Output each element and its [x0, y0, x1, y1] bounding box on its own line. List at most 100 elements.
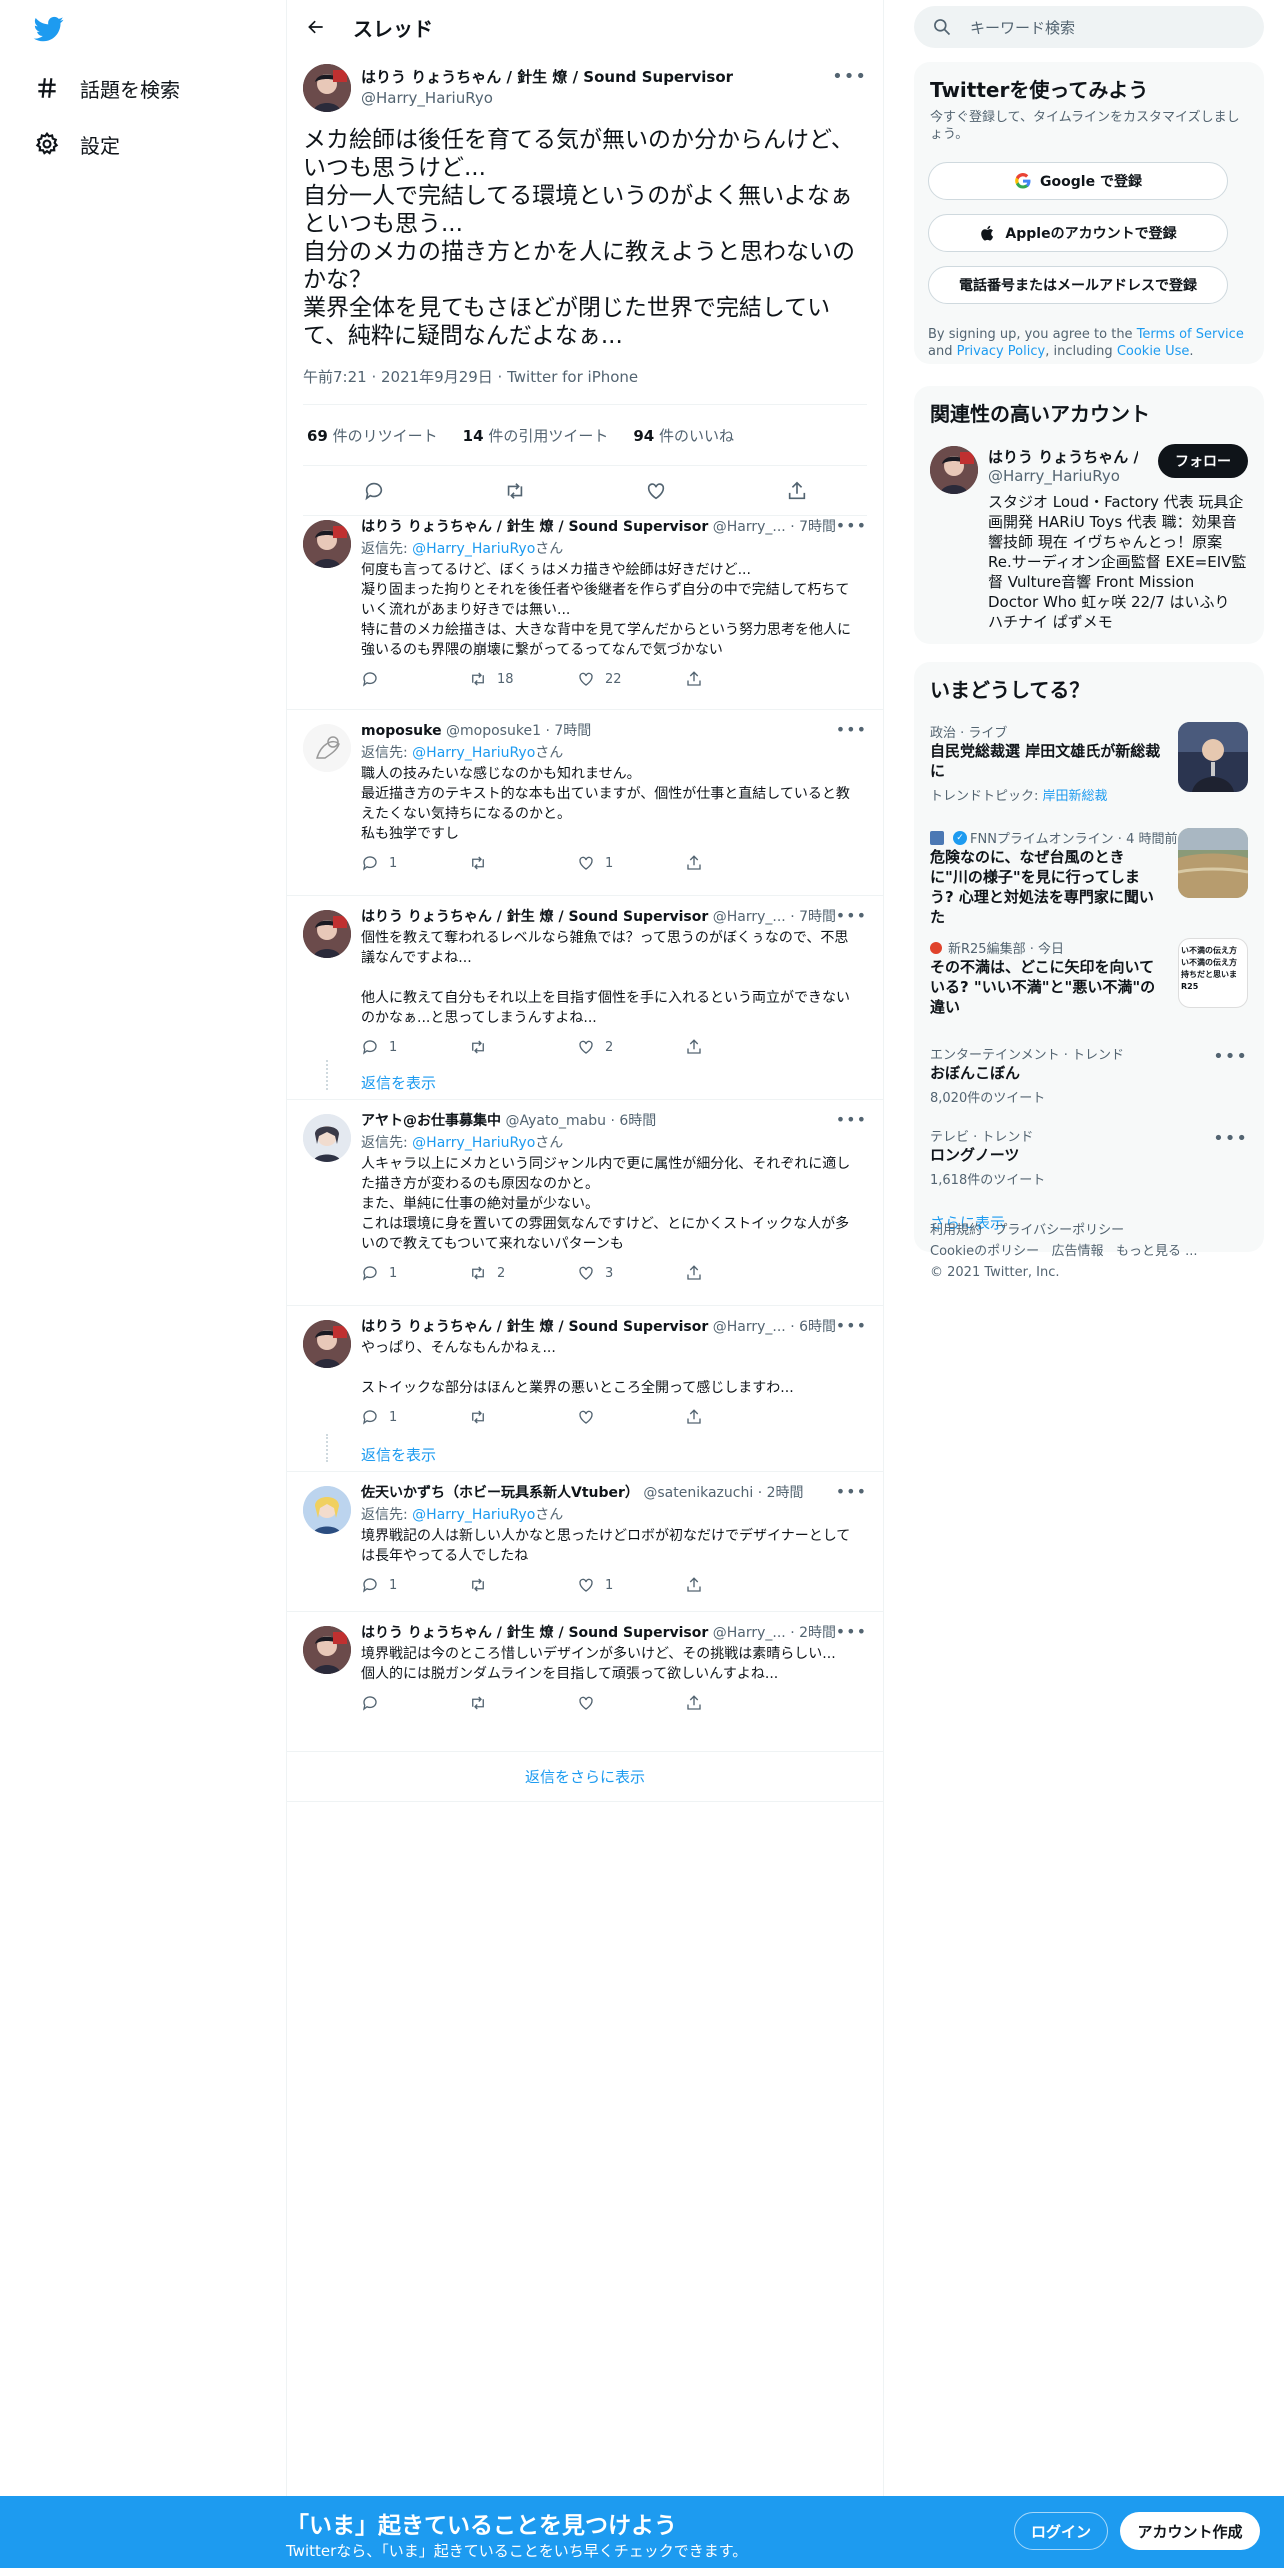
retweet-button[interactable] — [469, 854, 577, 872]
reply-tweet[interactable]: はりう りょうちゃん / 針生 燎 / Sound Supervisor @Ha… — [287, 506, 883, 710]
apple-signup-button[interactable]: Appleのアカウントで登録 — [928, 214, 1228, 252]
reply-author[interactable]: はりう りょうちゃん / 針生 燎 / Sound Supervisor @Ha… — [361, 1622, 851, 1642]
trend-item[interactable]: テレビ · トレンド ロングノーツ 1,618件のツイート — [930, 1126, 1248, 1188]
mention-link[interactable]: @Harry_HariuRyo — [412, 1507, 535, 1523]
mention-link[interactable]: @Harry_HariuRyo — [412, 745, 535, 761]
reply-button[interactable]: 1 — [361, 1408, 469, 1426]
main-tweet-handle[interactable]: @Harry_HariuRyo — [361, 89, 801, 107]
retweet-button[interactable] — [469, 1038, 577, 1056]
share-icon[interactable] — [786, 480, 808, 502]
twitter-logo-icon[interactable] — [32, 14, 66, 44]
more-options-icon[interactable]: ••• — [832, 66, 867, 87]
reply-author[interactable]: はりう りょうちゃん / 針生 燎 / Sound Supervisor @Ha… — [361, 906, 851, 926]
back-button[interactable] — [299, 10, 333, 44]
retweets-stat[interactable]: 69 件のリツイート — [303, 425, 438, 446]
show-replies-link[interactable]: 返信を表示 — [361, 1072, 436, 1093]
retweet-icon[interactable] — [504, 480, 526, 502]
phone-email-signup-button[interactable]: 電話番号またはメールアドレスで登録 — [928, 266, 1228, 304]
like-icon[interactable] — [645, 480, 667, 502]
avatar[interactable] — [930, 446, 978, 494]
show-replies-link[interactable]: 返信を表示 — [361, 1444, 436, 1465]
reply-author[interactable]: はりう りょうちゃん / 針生 燎 / Sound Supervisor @Ha… — [361, 516, 851, 536]
reply-author[interactable]: はりう りょうちゃん / 針生 燎 / Sound Supervisor @Ha… — [361, 1316, 851, 1336]
quotes-stat[interactable]: 14 件の引用ツイート — [458, 425, 609, 446]
share-button[interactable] — [685, 670, 793, 688]
reply-button[interactable] — [361, 670, 469, 688]
tweet-timestamp[interactable]: 午前7:21 · 2021年9月29日 · Twitter for iPhone — [303, 366, 638, 387]
reply-tweet[interactable]: アヤト@お仕事募集中 @Ayato_mabu · 6時間 返信先: @Harry… — [287, 1100, 883, 1306]
more-options-icon[interactable]: ••• — [836, 1482, 867, 1501]
reply-tweet[interactable]: はりう りょうちゃん / 針生 燎 / Sound Supervisor @Ha… — [287, 896, 883, 1100]
mention-link[interactable]: @Harry_HariuRyo — [412, 541, 535, 557]
mention-link[interactable]: @Harry_HariuRyo — [412, 1135, 535, 1151]
avatar[interactable] — [303, 1320, 351, 1368]
more-options-icon[interactable]: ••• — [1213, 1128, 1248, 1149]
share-button[interactable] — [685, 1408, 793, 1426]
more-options-icon[interactable]: ••• — [836, 516, 867, 535]
footer-link[interactable]: Cookieのポリシー — [930, 1244, 1039, 1259]
retweet-button[interactable] — [469, 1694, 577, 1712]
avatar[interactable] — [303, 520, 351, 568]
footer-link[interactable]: プライバシーポリシー — [994, 1223, 1124, 1238]
like-button[interactable]: 2 — [577, 1038, 685, 1056]
reply-author[interactable]: moposuke @moposuke1 · 7時間 — [361, 720, 851, 740]
like-button[interactable] — [577, 1408, 685, 1426]
terms-of-service-link[interactable]: Terms of Service — [1137, 327, 1244, 342]
like-button[interactable]: 3 — [577, 1264, 685, 1282]
footer-link[interactable]: 広告情報 — [1052, 1244, 1104, 1259]
trend-thumbnail[interactable]: い不満の伝え方 い不満の伝え方 持ちだと思いま R25 — [1178, 938, 1248, 1008]
avatar[interactable] — [303, 1486, 351, 1534]
avatar[interactable] — [303, 724, 351, 772]
privacy-policy-link[interactable]: Privacy Policy — [957, 344, 1046, 359]
trend-item[interactable]: エンターテインメント · トレンド おぼんこぼん 8,020件のツイート — [930, 1044, 1248, 1106]
reply-tweet[interactable]: はりう りょうちゃん / 針生 燎 / Sound Supervisor @Ha… — [287, 1612, 883, 1752]
like-button[interactable]: 22 — [577, 670, 685, 688]
google-signup-button[interactable]: Google で登録 — [928, 162, 1228, 200]
like-button[interactable]: 1 — [577, 854, 685, 872]
cookie-use-link[interactable]: Cookie Use — [1117, 344, 1190, 359]
reply-author[interactable]: アヤト@お仕事募集中 @Ayato_mabu · 6時間 — [361, 1110, 851, 1130]
retweet-button[interactable] — [469, 1408, 577, 1426]
share-button[interactable] — [685, 1264, 793, 1282]
more-options-icon[interactable]: ••• — [836, 1316, 867, 1335]
show-more-replies-button[interactable]: 返信をさらに表示 — [287, 1752, 883, 1802]
reply-button[interactable]: 1 — [361, 1264, 469, 1282]
likes-stat[interactable]: 94 件のいいね — [628, 425, 734, 446]
reply-author[interactable]: 佐天いかずち（ホビー玩具系新人Vtuber） @satenikazuchi · … — [361, 1482, 851, 1502]
follow-button[interactable]: フォロー — [1158, 444, 1248, 478]
share-button[interactable] — [685, 854, 793, 872]
share-button[interactable] — [685, 1694, 793, 1712]
avatar[interactable] — [303, 64, 351, 112]
share-button[interactable] — [685, 1038, 793, 1056]
avatar[interactable] — [303, 1626, 351, 1674]
more-options-icon[interactable]: ••• — [836, 906, 867, 925]
footer-link[interactable]: 利用規約 — [930, 1223, 982, 1238]
avatar[interactable] — [303, 910, 351, 958]
more-options-icon[interactable]: ••• — [1213, 1046, 1248, 1067]
like-button[interactable]: 1 — [577, 1576, 685, 1594]
trend-thumbnail[interactable] — [1178, 828, 1248, 898]
create-account-button[interactable]: アカウント作成 — [1120, 2512, 1260, 2550]
reply-button[interactable]: 1 — [361, 1576, 469, 1594]
reply-button[interactable]: 1 — [361, 1038, 469, 1056]
retweet-button[interactable]: 18 — [469, 670, 577, 688]
main-tweet-name[interactable]: はりう りょうちゃん / 針生 燎 / Sound Supervisor — [361, 66, 801, 87]
trend-topic-link[interactable]: 岸田新総裁 — [1043, 789, 1108, 804]
trend-thumbnail[interactable] — [1178, 722, 1248, 792]
reply-tweet[interactable]: 佐天いかずち（ホビー玩具系新人Vtuber） @satenikazuchi · … — [287, 1472, 883, 1612]
reply-button[interactable] — [361, 1694, 469, 1712]
related-account-name[interactable]: はりう りょうちゃん / 針生 燎 / Sound Supervisor — [988, 446, 1138, 467]
share-button[interactable] — [685, 1576, 793, 1594]
reply-button[interactable]: 1 — [361, 854, 469, 872]
footer-link[interactable]: もっと見る ... — [1116, 1244, 1198, 1259]
related-account-handle[interactable]: @Harry_HariuRyo — [988, 467, 1138, 485]
reply-tweet[interactable]: はりう りょうちゃん / 針生 燎 / Sound Supervisor @Ha… — [287, 1306, 883, 1472]
retweet-button[interactable]: 2 — [469, 1264, 577, 1282]
retweet-button[interactable] — [469, 1576, 577, 1594]
nav-explore[interactable]: 話題を検索 — [34, 68, 180, 108]
more-options-icon[interactable]: ••• — [836, 720, 867, 739]
more-options-icon[interactable]: ••• — [836, 1110, 867, 1129]
reply-tweet[interactable]: moposuke @moposuke1 · 7時間 返信先: @Harry_Ha… — [287, 710, 883, 896]
like-button[interactable] — [577, 1694, 685, 1712]
login-button[interactable]: ログイン — [1014, 2512, 1108, 2550]
